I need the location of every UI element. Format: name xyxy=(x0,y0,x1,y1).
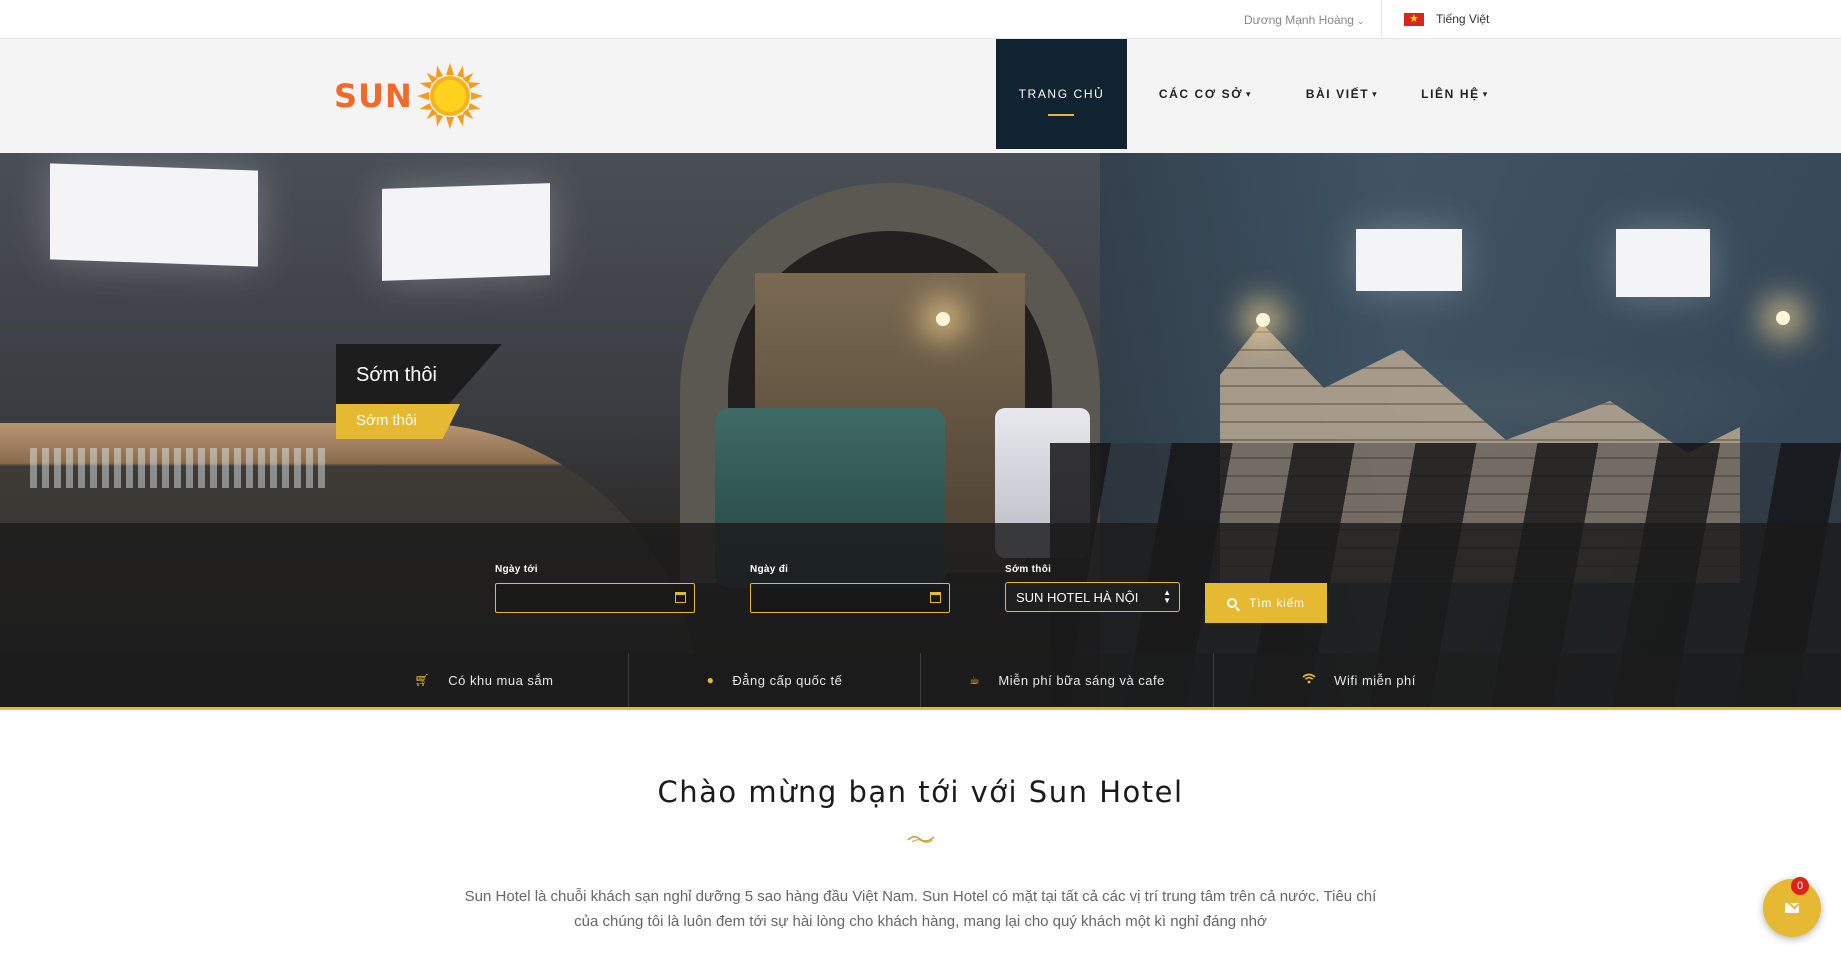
hotel-select-value: SUN HOTEL HÀ NỘI xyxy=(1016,590,1139,605)
chevron-down-icon: ▾ xyxy=(1246,88,1253,99)
nav-posts[interactable]: BÀI VIẾT ▾ xyxy=(1284,39,1400,149)
hero-lamp xyxy=(1256,313,1270,327)
hotel-select[interactable]: SUN HOTEL HÀ NỘI ▲ ▼ xyxy=(1005,582,1180,612)
divider xyxy=(1381,0,1382,39)
hotel-label: Sớm thôi xyxy=(1005,564,1052,575)
departure-date-field[interactable] xyxy=(750,583,950,613)
wifi-icon xyxy=(1302,673,1316,687)
select-arrows-icon: ▲ ▼ xyxy=(1163,588,1171,605)
search-button[interactable]: Tìm kiếm xyxy=(1205,583,1327,623)
site-header: SUN TRANG CHỦ CÁC CƠ SỞ ▾ BÀI VIẾT ▾ LIÊ… xyxy=(0,39,1841,153)
amenity-label: Đẳng cấp quốc tế xyxy=(732,672,843,688)
hero-wall-frame xyxy=(1356,229,1462,291)
calendar-icon xyxy=(675,592,686,603)
amenity-item: 🛒︎ Có khu mua sắm xyxy=(340,653,628,707)
nav-facilities[interactable]: CÁC CƠ SỞ ▾ xyxy=(1127,39,1284,149)
nav-contact[interactable]: LIÊN HỆ ▾ xyxy=(1400,39,1510,149)
top-bar: Dương Mạnh Hoàng⌄ Tiếng Việt xyxy=(0,0,1841,39)
vietnam-flag-icon xyxy=(1404,11,1424,27)
user-menu[interactable]: Dương Mạnh Hoàng ⌄ xyxy=(1244,13,1365,27)
hero-lamp xyxy=(936,312,950,326)
search-icon xyxy=(1227,598,1238,608)
calendar-icon xyxy=(930,592,941,603)
active-indicator xyxy=(1048,114,1074,116)
slide-caption-title: Sớm thôi xyxy=(336,344,502,404)
hero-wall-frame xyxy=(382,183,550,281)
language-switcher[interactable]: Tiếng Việt xyxy=(1404,11,1490,27)
nav-facilities-label: CÁC CƠ SỞ xyxy=(1158,87,1244,101)
nav-contact-label: LIÊN HỆ xyxy=(1421,87,1480,101)
ornament-divider-icon xyxy=(907,836,935,843)
sun-logo-icon xyxy=(416,63,483,129)
nav-home-label: TRANG CHỦ xyxy=(1018,87,1105,101)
departure-label: Ngày đi xyxy=(750,564,789,575)
hero-glasses xyxy=(30,448,330,488)
nav-home[interactable]: TRANG CHỦ xyxy=(996,39,1127,149)
chevron-down-icon: ▾ xyxy=(1482,88,1489,99)
logo-text: SUN xyxy=(334,77,413,115)
arrival-label: Ngày tới xyxy=(495,564,538,575)
welcome-title: Chào mừng bạn tới với Sun Hotel xyxy=(657,775,1184,809)
search-button-label: Tìm kiếm xyxy=(1249,596,1305,610)
cart-icon: 🛒︎ xyxy=(414,673,431,687)
amenities-bar: 🛒︎ Có khu mua sắm ● Đẳng cấp quốc tế ☕︎ … xyxy=(0,653,1841,710)
envelope-icon xyxy=(1785,903,1799,913)
hero-wall-frame xyxy=(50,163,258,267)
chat-badge: 0 xyxy=(1791,877,1809,895)
amenity-label: Có khu mua sắm xyxy=(448,672,554,688)
language-label: Tiếng Việt xyxy=(1436,12,1490,26)
globe-icon: ● xyxy=(706,673,715,687)
chevron-down-icon: ⌄ xyxy=(1356,16,1365,26)
amenity-item: Wifi miễn phí xyxy=(1214,653,1504,707)
nav-posts-label: BÀI VIẾT xyxy=(1305,87,1370,101)
slide-caption: Sớm thôi Sớm thôi xyxy=(336,344,502,439)
amenity-label: Wifi miễn phí xyxy=(1334,672,1416,688)
logo[interactable]: SUN xyxy=(334,63,483,129)
welcome-text: Sun Hotel là chuỗi khách sạn nghỉ dưỡng … xyxy=(464,888,1377,930)
coffee-icon: ☕︎ xyxy=(969,673,981,687)
hero-wall-frame xyxy=(1616,229,1710,297)
slide-caption-subtitle: Sớm thôi xyxy=(336,404,460,439)
amenity-item: ● Đẳng cấp quốc tế xyxy=(629,653,920,707)
main-nav: TRANG CHỦ CÁC CƠ SỞ ▾ BÀI VIẾT ▾ LIÊN HỆ ▾ xyxy=(996,39,1510,149)
chevron-down-icon: ▾ xyxy=(1372,88,1379,99)
amenity-label: Miễn phí bữa sáng và cafe xyxy=(998,672,1165,688)
booking-form: Ngày tới Ngày đi Sớm thôi SUN HOTEL HÀ N… xyxy=(0,523,1841,653)
amenity-item: ☕︎ Miễn phí bữa sáng và cafe xyxy=(921,653,1213,707)
hero-lamp xyxy=(1776,311,1790,325)
arrival-date-field[interactable] xyxy=(495,583,695,613)
user-name: Dương Mạnh Hoàng xyxy=(1244,13,1354,27)
